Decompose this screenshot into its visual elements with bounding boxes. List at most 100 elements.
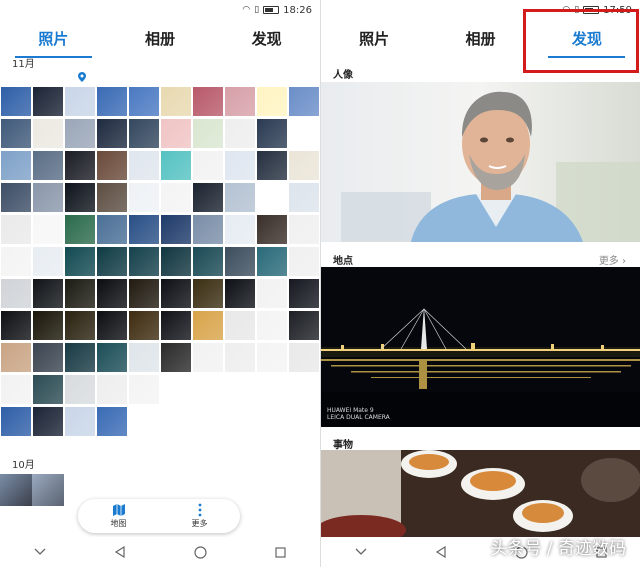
photo-thumbnail[interactable] xyxy=(256,246,288,277)
photo-thumbnail[interactable] xyxy=(192,374,224,405)
photo-thumbnail[interactable] xyxy=(288,86,320,117)
photo-thumbnail[interactable] xyxy=(0,342,32,373)
photo-thumbnail[interactable] xyxy=(32,150,64,181)
photo-thumbnail[interactable] xyxy=(128,342,160,373)
photo-thumbnail[interactable] xyxy=(128,310,160,341)
photo-thumbnail[interactable] xyxy=(96,150,128,181)
places-more-link[interactable]: 更多 › xyxy=(599,252,626,267)
photo-thumbnail[interactable] xyxy=(0,214,32,245)
tab-discover[interactable]: 发现 xyxy=(214,20,320,58)
photo-thumbnail[interactable] xyxy=(64,182,96,213)
photo-thumbnail[interactable] xyxy=(32,374,64,405)
recents-icon[interactable] xyxy=(272,544,288,560)
photo-thumbnail[interactable] xyxy=(224,310,256,341)
photo-thumbnail[interactable] xyxy=(288,310,320,341)
photo-thumbnail[interactable] xyxy=(288,118,320,149)
photo-thumbnail[interactable] xyxy=(0,310,32,341)
photo-thumbnail[interactable] xyxy=(160,374,192,405)
photo-thumbnail[interactable] xyxy=(288,182,320,213)
photo-thumbnail[interactable] xyxy=(256,310,288,341)
photo-thumbnail[interactable] xyxy=(192,182,224,213)
photo-thumbnail[interactable] xyxy=(256,342,288,373)
photo-thumbnail[interactable] xyxy=(0,474,32,506)
photo-thumbnail[interactable] xyxy=(64,342,96,373)
photo-thumbnail[interactable] xyxy=(64,86,96,117)
photo-thumbnail[interactable] xyxy=(32,246,64,277)
photo-thumbnail[interactable] xyxy=(288,214,320,245)
photo-thumbnail[interactable] xyxy=(128,86,160,117)
tab-photos[interactable]: 照片 xyxy=(1,20,107,58)
photo-thumbnail[interactable] xyxy=(64,406,96,437)
photo-thumbnail[interactable] xyxy=(96,406,128,437)
photo-thumbnail[interactable] xyxy=(128,246,160,277)
photo-thumbnail[interactable] xyxy=(288,374,320,405)
photo-thumbnail[interactable] xyxy=(64,278,96,309)
photo-thumbnail[interactable] xyxy=(0,278,32,309)
photo-thumbnail[interactable] xyxy=(128,150,160,181)
photo-thumbnail[interactable] xyxy=(96,86,128,117)
photo-thumbnail[interactable] xyxy=(160,310,192,341)
photo-thumbnail[interactable] xyxy=(96,246,128,277)
photo-thumbnail[interactable] xyxy=(288,246,320,277)
photo-thumbnail[interactable] xyxy=(256,214,288,245)
photo-thumbnail[interactable] xyxy=(0,246,32,277)
photo-thumbnail[interactable] xyxy=(256,182,288,213)
photo-thumbnail[interactable] xyxy=(0,374,32,405)
photo-thumbnail[interactable] xyxy=(192,118,224,149)
photo-thumbnail[interactable] xyxy=(256,374,288,405)
photo-thumbnail[interactable] xyxy=(0,182,32,213)
photo-thumbnail[interactable] xyxy=(160,278,192,309)
photo-thumbnail[interactable] xyxy=(288,342,320,373)
photo-thumbnail[interactable] xyxy=(96,374,128,405)
photo-thumbnail[interactable] xyxy=(224,214,256,245)
photo-thumbnail[interactable] xyxy=(256,86,288,117)
photo-thumbnail[interactable] xyxy=(192,150,224,181)
photo-thumbnail[interactable] xyxy=(128,278,160,309)
photo-thumbnail[interactable] xyxy=(224,86,256,117)
photo-thumbnail[interactable] xyxy=(224,246,256,277)
photo-thumbnail[interactable] xyxy=(32,86,64,117)
photo-thumbnail[interactable] xyxy=(288,278,320,309)
tab-photos[interactable]: 照片 xyxy=(322,20,427,58)
photo-thumbnail[interactable] xyxy=(32,342,64,373)
photo-thumbnail[interactable] xyxy=(32,310,64,341)
photo-thumbnail[interactable] xyxy=(32,182,64,213)
photo-thumbnail[interactable] xyxy=(64,246,96,277)
photo-thumbnail[interactable] xyxy=(32,278,64,309)
photo-thumbnail[interactable] xyxy=(32,118,64,149)
photo-thumbnail[interactable] xyxy=(96,214,128,245)
home-icon[interactable] xyxy=(192,544,208,560)
photo-thumbnail[interactable] xyxy=(160,150,192,181)
photo-thumbnail[interactable] xyxy=(64,374,96,405)
photo-thumbnail[interactable] xyxy=(160,86,192,117)
photo-thumbnail[interactable] xyxy=(160,342,192,373)
photo-thumbnail[interactable] xyxy=(192,278,224,309)
photo-thumbnail[interactable] xyxy=(224,374,256,405)
photo-thumbnail[interactable] xyxy=(0,150,32,181)
photo-thumbnail[interactable] xyxy=(160,246,192,277)
photo-thumbnail[interactable] xyxy=(224,342,256,373)
photo-thumbnail[interactable] xyxy=(160,118,192,149)
more-button[interactable]: 更多 xyxy=(192,503,208,529)
photo-thumbnail[interactable] xyxy=(256,150,288,181)
photo-thumbnail[interactable] xyxy=(128,182,160,213)
photo-thumbnail[interactable] xyxy=(96,342,128,373)
photo-thumbnail[interactable] xyxy=(0,86,32,117)
photo-thumbnail[interactable] xyxy=(224,278,256,309)
places-photo[interactable]: HUAWEI Mate 9 LEICA DUAL CAMERA xyxy=(321,267,640,427)
photo-thumbnail[interactable] xyxy=(32,474,64,506)
photo-thumbnail[interactable] xyxy=(96,182,128,213)
photo-thumbnail[interactable] xyxy=(288,150,320,181)
photo-thumbnail[interactable] xyxy=(128,118,160,149)
photo-thumbnail[interactable] xyxy=(128,214,160,245)
portrait-photo[interactable] xyxy=(321,82,640,242)
photo-thumbnail[interactable] xyxy=(160,182,192,213)
back-icon[interactable] xyxy=(433,544,449,560)
things-photo[interactable] xyxy=(321,450,640,540)
map-button[interactable]: 地图 xyxy=(111,503,127,529)
photo-thumbnail[interactable] xyxy=(128,374,160,405)
back-icon[interactable] xyxy=(112,544,128,560)
photo-thumbnail[interactable] xyxy=(32,406,64,437)
photo-thumbnail[interactable] xyxy=(64,118,96,149)
chevron-down-icon[interactable] xyxy=(353,544,369,560)
